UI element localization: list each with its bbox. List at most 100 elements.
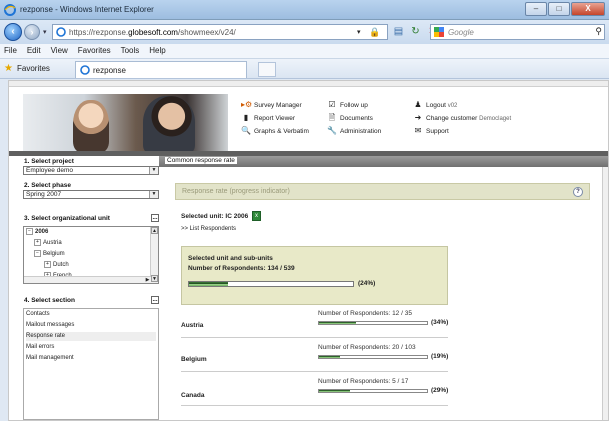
search-field[interactable]: Google ⚲: [430, 24, 605, 40]
scroll-down-icon[interactable]: ▼: [151, 275, 158, 282]
section-contacts[interactable]: Contacts: [26, 310, 50, 319]
select-project-label: 1. Select project: [24, 158, 74, 165]
tree-node-dutch[interactable]: + Dutch: [44, 261, 69, 268]
section-mail-errors[interactable]: Mail errors: [26, 343, 54, 352]
new-tab-button[interactable]: [258, 62, 276, 77]
section-response-rate[interactable]: Response rate: [26, 332, 156, 341]
project-select[interactable]: Employee demo ▼: [23, 166, 159, 175]
expand-icon[interactable]: +: [34, 239, 41, 246]
sidebar: 1. Select project Employee demo ▼ 2. Sel…: [19, 156, 161, 420]
nav-documents[interactable]: 🗎 Documents: [327, 113, 373, 123]
menu-view[interactable]: View: [47, 44, 72, 57]
row-respondents: Number of Respondents: 20 / 103: [318, 344, 416, 351]
main-vertical-scrollbar[interactable]: [602, 167, 608, 420]
url-field[interactable]: https://rezponse.globesoft.com/showmeex/…: [52, 24, 388, 40]
lock-icon[interactable]: 🔒: [369, 27, 380, 38]
collapse-icon[interactable]: −: [34, 250, 41, 257]
forward-button[interactable]: ›: [24, 24, 40, 40]
section-mailout-messages[interactable]: Mailout messages: [26, 321, 74, 330]
tree-node-austria[interactable]: + Austria: [34, 239, 62, 246]
summary-percent: (24%): [358, 280, 376, 287]
photo-person-man: [143, 96, 195, 152]
row-progress-fill: [319, 390, 351, 392]
country-name: Belgium: [181, 356, 207, 363]
app-header: ▸⚙ Survey Manager ▮ Report Viewer 🔍 Graphs …: [9, 88, 608, 152]
minimize-button[interactable]: –: [525, 2, 547, 16]
address-toolbar: ‹ › ▾ https://rezponse.globesoft.com/sho…: [0, 20, 609, 44]
maximize-button[interactable]: □: [548, 2, 570, 16]
scroll-right-icon[interactable]: ▶: [144, 277, 151, 283]
chevron-down-icon[interactable]: ▼: [149, 191, 158, 198]
menu-tools[interactable]: Tools: [117, 44, 144, 57]
favorites-button[interactable]: Favorites: [17, 64, 50, 73]
nav-logout[interactable]: ♟ Logout v02: [413, 100, 457, 110]
tree-node-2006[interactable]: −2006: [26, 228, 48, 235]
nav-change-customer[interactable]: ➜ Change customer Democlaget: [413, 113, 512, 123]
history-dropdown-icon[interactable]: ▾: [43, 28, 47, 36]
document-icon: 🗎: [328, 113, 336, 122]
section-options-button[interactable]: ...: [151, 296, 159, 304]
country-row: Canada Number of Respondents: 5 / 17 (29…: [181, 373, 448, 406]
search-icon[interactable]: ⚲: [595, 26, 602, 37]
tab-ie-icon: [80, 65, 90, 75]
scroll-up-icon[interactable]: ▲: [151, 227, 158, 234]
refresh-icon[interactable]: ↻: [409, 25, 422, 38]
nav-graphs-verbatim[interactable]: 🔍 Graphs & Verbatim: [241, 126, 309, 136]
gear-pointer-icon: ▸⚙: [241, 100, 253, 109]
summary-progress-bar: [188, 281, 354, 287]
country-row: Belgium Number of Respondents: 20 / 103 …: [181, 339, 448, 372]
tree-horizontal-scrollbar[interactable]: ▶: [24, 276, 151, 283]
menu-favorites[interactable]: Favorites: [74, 44, 115, 57]
select-section-header: 4. Select section ...: [19, 296, 161, 305]
nav-support[interactable]: ✉ Support: [413, 126, 449, 136]
section-mail-management[interactable]: Mail management: [26, 354, 74, 363]
photo-person-woman: [73, 100, 109, 152]
row-percent: (19%): [431, 353, 449, 360]
menu-file[interactable]: File: [0, 44, 21, 57]
main-panel: Common response rate Response rate (prog…: [159, 156, 608, 420]
select-org-unit-label: 3. Select organizational unit: [24, 215, 110, 222]
org-unit-options-button[interactable]: ...: [151, 214, 159, 222]
url-dropdown-icon[interactable]: ▾: [357, 28, 361, 36]
org-unit-tree: −2006 +Austria −Belgium +Dutch +French ▲…: [23, 226, 159, 284]
checkbox-icon: ☑: [328, 100, 336, 109]
wrench-icon: 🔧: [327, 126, 337, 135]
menu-edit[interactable]: Edit: [23, 44, 45, 57]
nav-follow-up[interactable]: ☑ Follow up: [327, 100, 367, 110]
expand-icon[interactable]: +: [44, 261, 51, 268]
browser-tab[interactable]: rezponse: [75, 61, 247, 78]
tree-vertical-scrollbar[interactable]: ▲ ▼: [150, 227, 158, 283]
chevron-down-icon[interactable]: ▼: [149, 167, 158, 174]
nav-report-viewer[interactable]: ▮ Report Viewer: [241, 113, 295, 123]
page-top-strip: [9, 81, 608, 87]
compatibility-icon[interactable]: ▤: [392, 25, 405, 38]
mail-icon: ✉: [414, 126, 422, 135]
close-button[interactable]: X: [571, 2, 605, 16]
favorites-star-icon[interactable]: ★: [4, 63, 13, 74]
row-progress-fill: [319, 356, 340, 358]
select-phase-label: 2. Select phase: [24, 182, 71, 189]
row-respondents: Number of Respondents: 12 / 35: [318, 310, 412, 317]
menu-help[interactable]: Help: [145, 44, 169, 57]
row-progress-bar: [318, 389, 428, 393]
select-org-unit-header: 3. Select organizational unit ...: [19, 214, 161, 223]
excel-export-icon[interactable]: x: [252, 211, 261, 221]
section-list: Contacts Mailout messages Response rate …: [23, 308, 159, 420]
arrow-right-icon: ➜: [414, 113, 422, 122]
search-placeholder: Google: [448, 28, 474, 37]
back-button[interactable]: ‹: [4, 23, 22, 41]
selected-unit-label: Selected unit: IC 2006: [181, 213, 249, 220]
country-name: Canada: [181, 392, 205, 399]
summary-title: Selected unit and sub-units: [188, 255, 273, 262]
response-rate-panel-header: Response rate (progress indicator) ?: [175, 183, 590, 200]
phase-select[interactable]: Spring 2007 ▼: [23, 190, 159, 199]
favorites-bar: ★ Favorites rezponse: [0, 59, 609, 79]
tree-node-belgium[interactable]: − Belgium: [34, 250, 65, 257]
collapse-icon[interactable]: −: [26, 228, 33, 235]
country-row: Austria Number of Respondents: 12 / 35 (…: [181, 305, 448, 338]
list-respondents-link[interactable]: >> List Respondents: [181, 226, 236, 232]
help-icon[interactable]: ?: [573, 187, 583, 197]
nav-administration[interactable]: 🔧 Administration: [327, 126, 381, 136]
nav-survey-manager[interactable]: ▸⚙ Survey Manager: [241, 100, 302, 110]
row-progress-bar: [318, 355, 428, 359]
